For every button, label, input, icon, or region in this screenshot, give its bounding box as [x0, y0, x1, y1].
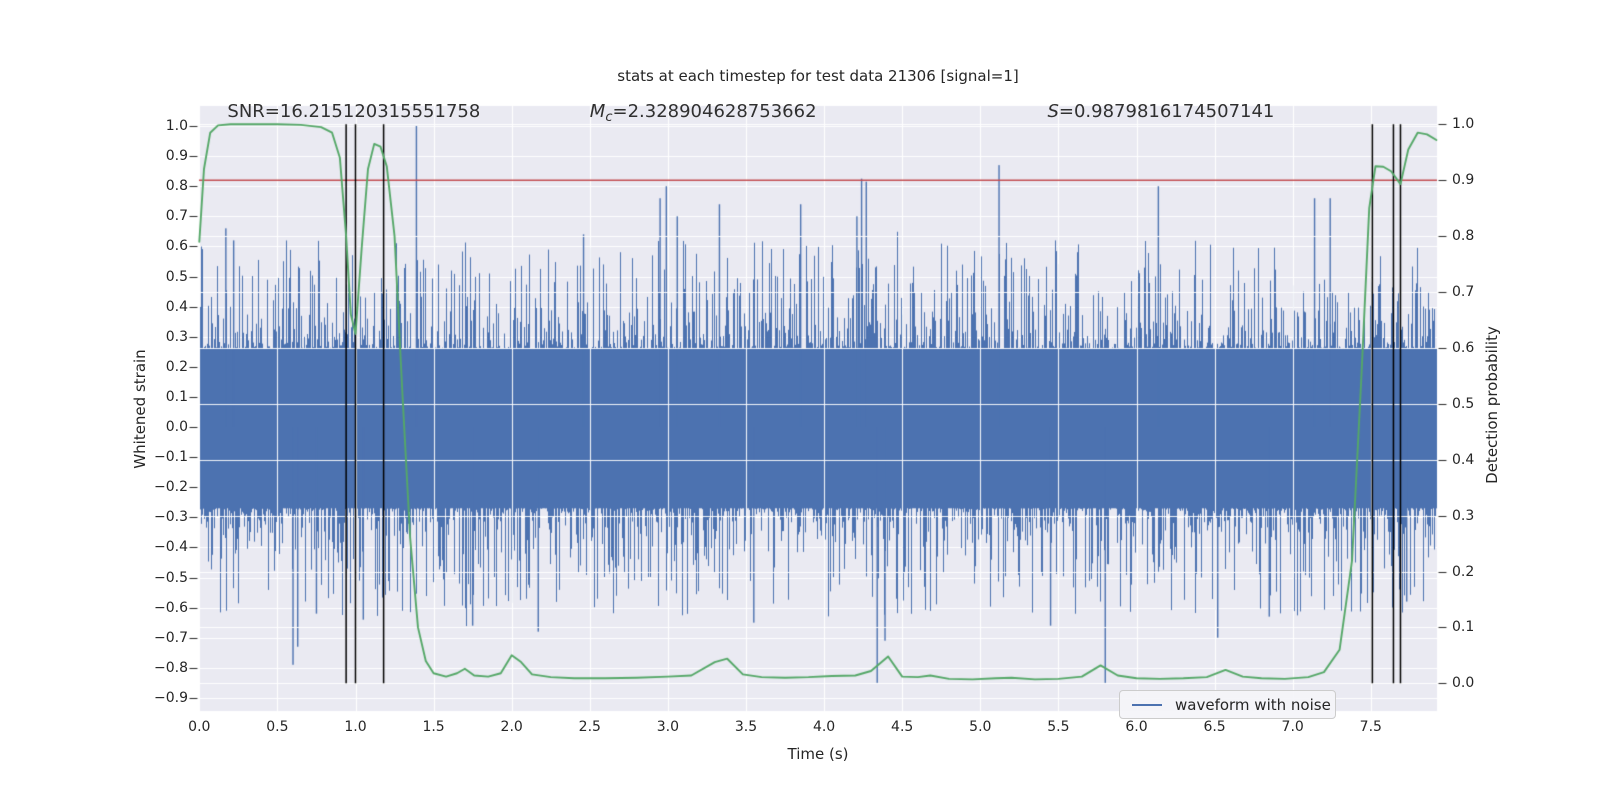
- annotation-s-stat: S=0.9879816174507141: [1047, 101, 1275, 122]
- x-tick-label: 3.5: [734, 719, 758, 735]
- y-right-tick-label: 0.3: [1452, 507, 1475, 524]
- y-right-tick-label: 0.2: [1452, 563, 1475, 580]
- y-left-tick-label: −0.3: [154, 509, 188, 526]
- figure: stats at each timestep for test data 213…: [0, 0, 1600, 800]
- y-right-tick-label: 0.9: [1452, 172, 1475, 189]
- y-left-tick-label: −0.9: [154, 689, 188, 706]
- legend-label: waveform with noise: [1175, 695, 1331, 714]
- y-right-tick-label: 1.0: [1452, 116, 1475, 133]
- x-tick-label: 0.5: [266, 719, 289, 735]
- y-left-tick-label: 1.0: [165, 118, 188, 134]
- y-left-tick-label: −0.6: [154, 599, 188, 616]
- x-tick-label: 0.0: [188, 719, 211, 735]
- y-left-tick-label: −0.7: [154, 629, 188, 646]
- y-left-tick-label: −0.4: [154, 539, 188, 556]
- legend: waveform with noise: [1119, 690, 1336, 719]
- x-tick-label: 3.0: [656, 719, 680, 735]
- y-axis-right-label: Detection probability: [1483, 326, 1501, 484]
- y-right-tick-label: 0.8: [1452, 228, 1475, 245]
- x-axis-label: Time (s): [787, 745, 849, 763]
- y-left-tick-label: 0.8: [165, 178, 188, 195]
- legend-waveform-line-icon: [1132, 703, 1162, 706]
- figure-title: stats at each timestep for test data 213…: [617, 67, 1019, 85]
- y-left-tick-label: 0.7: [165, 208, 188, 225]
- x-tick-label: 2.5: [578, 719, 601, 735]
- x-tick-label: 5.0: [969, 719, 992, 735]
- y-left-tick-label: −0.5: [154, 569, 188, 586]
- x-tick-label: 1.5: [422, 719, 445, 735]
- y-right-tick-label: 0.1: [1452, 619, 1475, 636]
- x-tick-label: 6.5: [1203, 719, 1226, 735]
- y-axis-left-label: Whitened strain: [131, 349, 149, 469]
- x-tick-label: 4.5: [891, 719, 914, 735]
- x-tick-label: 7.0: [1281, 719, 1304, 735]
- x-tick-label: 5.5: [1047, 719, 1070, 735]
- y-left-tick-label: −0.8: [154, 659, 188, 676]
- y-left-tick-label: 0.9: [165, 148, 188, 165]
- y-left-tick-label: 0.5: [165, 268, 188, 285]
- x-tick-label: 7.5: [1359, 719, 1382, 735]
- annotation-chirp-mass: Mc=2.328904628753662: [589, 101, 817, 125]
- x-tick-label: 6.0: [1125, 719, 1148, 735]
- y-right-tick-label: 0.7: [1452, 284, 1475, 300]
- x-tick-label: 1.0: [344, 719, 367, 735]
- y-left-tick-label: 0.6: [165, 238, 188, 255]
- y-left-tick-label: 0.4: [165, 298, 188, 315]
- y-right-tick-label: 0.0: [1452, 675, 1475, 692]
- x-tick-label: 2.0: [500, 719, 523, 735]
- annotation-snr: SNR=16.215120315551758: [227, 101, 481, 122]
- x-tick-label: 4.0: [812, 719, 836, 735]
